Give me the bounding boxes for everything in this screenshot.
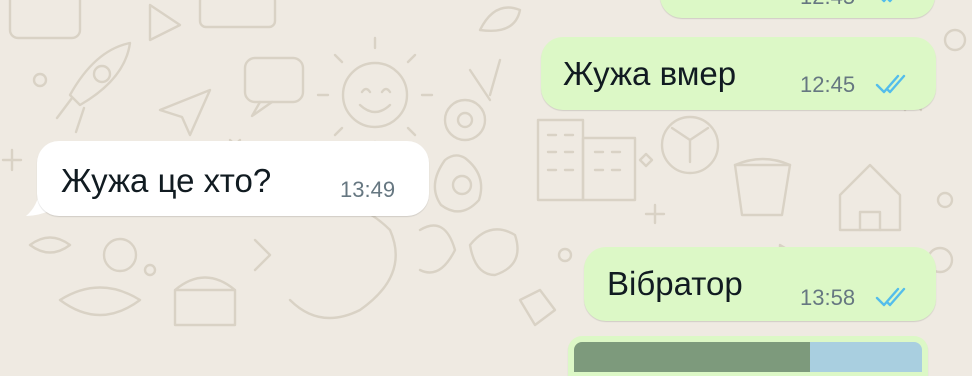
double-check-read-icon (875, 74, 906, 94)
double-check-read-icon (875, 287, 906, 307)
message-text: Жужа це хто? (61, 162, 272, 199)
message-bubble-outgoing[interactable]: Жужа вмер 12:45 (541, 37, 936, 110)
message-time: 12:45 (800, 72, 856, 97)
media-preview[interactable] (574, 342, 810, 372)
message-bubble-outgoing-partial-top[interactable]: 12:45 (660, 0, 935, 18)
message-time: 13:49 (340, 177, 396, 202)
message-time: 12:45 (800, 0, 855, 8)
message-bubble-outgoing[interactable]: Вібратор 13:58 (584, 247, 936, 321)
message-text: Жужа вмер (563, 55, 737, 92)
message-time: 13:58 (800, 285, 856, 310)
media-preview[interactable] (810, 342, 922, 372)
double-check-read-icon (881, 0, 893, 3)
message-bubble-outgoing-partial-bottom[interactable] (568, 336, 928, 376)
message-bubble-incoming[interactable]: Жужа це хто? 13:49 (37, 141, 429, 216)
message-text: Вібратор (607, 265, 743, 302)
